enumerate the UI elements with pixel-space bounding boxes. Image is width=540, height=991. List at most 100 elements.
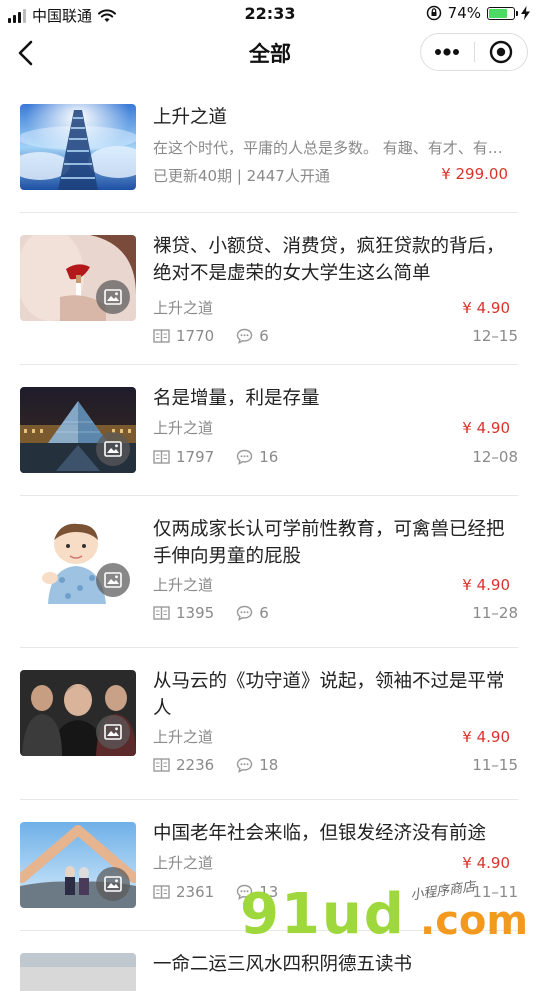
article-stats: 2236 18 <box>153 756 300 774</box>
comment-count: 13 <box>236 883 278 901</box>
featured-thumbnail <box>20 104 136 190</box>
read-count-value: 1797 <box>176 448 215 466</box>
article-column: 上升之道 <box>153 419 214 437</box>
battery-icon <box>487 6 518 20</box>
nav-bar: 全部 <box>0 28 540 78</box>
article-date: 12–15 <box>472 327 518 345</box>
article-stats: 2361 13 <box>153 883 300 901</box>
image-icon <box>104 572 122 588</box>
article-column: 上升之道 <box>153 299 214 317</box>
list-item[interactable]: 一命二运三风水四积阴德五读书 <box>20 931 518 991</box>
article-stats: 1797 16 <box>153 448 300 466</box>
article-title: 一命二运三风水四积阴德五读书 <box>153 954 413 975</box>
list-item[interactable]: 裸贷、小额贷、消费贷，疯狂贷款的背后，绝对不是虚荣的女大学生这么简单 上升之道 … <box>20 213 518 365</box>
featured-price: ¥ 299.00 <box>441 165 508 183</box>
read-count-value: 1770 <box>176 327 215 345</box>
comment-count-value: 16 <box>259 448 279 466</box>
article-thumbnail <box>20 670 136 756</box>
article-thumbnail <box>20 953 136 991</box>
article-price: ¥ 4.90 <box>462 299 510 317</box>
list-item[interactable]: 名是增量，利是存量 上升之道 ¥ 4.90 1797 16 12–08 <box>20 365 518 496</box>
read-count: 1770 <box>153 327 214 345</box>
article-title: 中国老年社会来临，但银发经济没有前途 <box>153 823 487 844</box>
article-date: 12–08 <box>472 448 518 466</box>
read-count: 2236 <box>153 756 214 774</box>
comment-count: 18 <box>236 756 278 774</box>
article-price: ¥ 4.90 <box>462 854 510 872</box>
article-column: 上升之道 <box>153 854 214 872</box>
article-thumbnail <box>20 235 136 321</box>
article-title: 名是增量，利是存量 <box>153 388 320 409</box>
book-icon <box>153 329 170 343</box>
image-badge <box>96 280 130 314</box>
image-icon <box>104 724 122 740</box>
image-badge <box>96 432 130 466</box>
more-dots-icon <box>435 48 460 56</box>
article-stats: 1395 6 <box>153 604 291 622</box>
mini-program-capsule <box>420 33 528 71</box>
article-title: 裸贷、小额贷、消费贷，疯狂贷款的背后，绝对不是虚荣的女大学生这么简单 <box>153 236 505 284</box>
featured-meta: 已更新40期 | 2447人开通 <box>153 167 330 185</box>
image-badge <box>96 867 130 901</box>
comment-icon <box>236 757 253 773</box>
article-thumbnail <box>20 518 136 604</box>
featured-column-card[interactable]: 上升之道 在这个时代，平庸的人总是多数。 有趣、有才、有… 已更新40期 | 2… <box>20 92 518 213</box>
comment-count-value: 13 <box>259 883 279 901</box>
image-icon <box>104 876 122 892</box>
list-item[interactable]: 仅两成家长认可学前性教育，可禽兽已经把手伸向男童的屁股 上升之道 ¥ 4.90 … <box>20 496 518 648</box>
comment-icon <box>236 605 253 621</box>
article-date: 11–15 <box>472 756 518 774</box>
book-icon <box>153 885 170 899</box>
image-icon <box>104 289 122 305</box>
read-count: 2361 <box>153 883 214 901</box>
article-column: 上升之道 <box>153 576 214 594</box>
book-icon <box>153 758 170 772</box>
read-count: 1395 <box>153 604 214 622</box>
article-date: 11–11 <box>472 883 518 901</box>
article-price: ¥ 4.90 <box>462 576 510 594</box>
battery-percent: 74% <box>447 4 481 22</box>
read-count-value: 2361 <box>176 883 215 901</box>
comment-count: 6 <box>236 604 269 622</box>
comment-count-value: 18 <box>259 756 279 774</box>
comment-icon <box>236 328 253 344</box>
target-circle-icon <box>489 40 512 64</box>
book-icon <box>153 450 170 464</box>
article-title: 仅两成家长认可学前性教育，可禽兽已经把手伸向男童的屁股 <box>153 519 505 567</box>
comment-count-value: 6 <box>259 327 269 345</box>
list-item[interactable]: 中国老年社会来临，但银发经济没有前途 上升之道 ¥ 4.90 2361 13 1… <box>20 800 518 931</box>
article-price: ¥ 4.90 <box>462 728 510 746</box>
list-item[interactable]: 从马云的《功守道》说起，领袖不过是平常人 上升之道 ¥ 4.90 2236 18… <box>20 648 518 800</box>
article-column: 上升之道 <box>153 728 214 746</box>
image-badge <box>96 715 130 749</box>
more-button[interactable] <box>421 34 474 70</box>
article-price: ¥ 4.90 <box>462 419 510 437</box>
featured-title: 上升之道 <box>153 107 228 128</box>
close-program-button[interactable] <box>475 34 528 70</box>
charging-icon <box>521 6 530 20</box>
article-thumbnail <box>20 387 136 473</box>
comment-count-value: 6 <box>259 604 269 622</box>
article-thumbnail <box>20 822 136 908</box>
comment-count: 16 <box>236 448 278 466</box>
battery-fill <box>489 8 507 18</box>
book-icon <box>153 606 170 620</box>
comment-icon <box>236 884 253 900</box>
read-count-value: 2236 <box>176 756 215 774</box>
comment-icon <box>236 449 253 465</box>
article-title: 从马云的《功守道》说起，领袖不过是平常人 <box>153 671 505 719</box>
read-count-value: 1395 <box>176 604 215 622</box>
image-icon <box>104 441 122 457</box>
comment-count: 6 <box>236 327 269 345</box>
content-list: 上升之道 在这个时代，平庸的人总是多数。 有趣、有才、有… 已更新40期 | 2… <box>0 92 540 991</box>
back-button[interactable] <box>10 36 44 70</box>
image-badge <box>96 563 130 597</box>
status-right: 74% <box>426 4 530 22</box>
article-date: 11–28 <box>472 604 518 622</box>
status-bar: 中国联通 22:33 74% <box>0 0 540 28</box>
chevron-left-icon <box>18 40 33 66</box>
orientation-lock-icon <box>426 5 441 21</box>
read-count: 1797 <box>153 448 214 466</box>
article-stats: 1770 6 <box>153 327 291 345</box>
featured-description: 在这个时代，平庸的人总是多数。 有趣、有才、有… <box>153 139 503 157</box>
